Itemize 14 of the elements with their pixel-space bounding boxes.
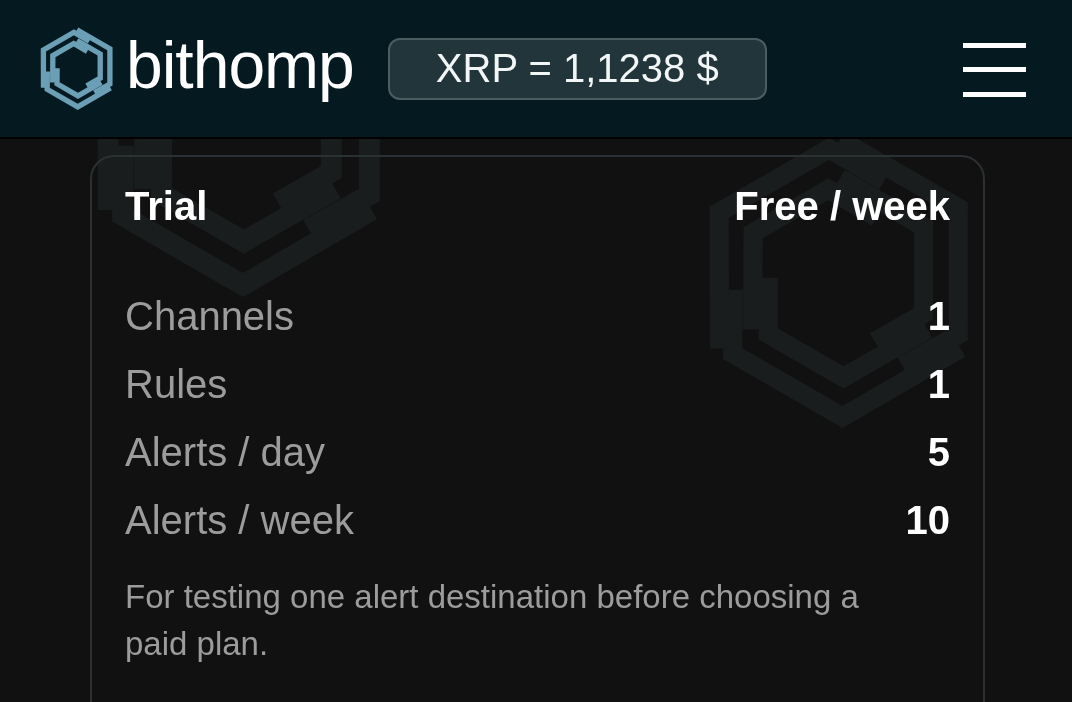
feature-value: 1 — [927, 293, 950, 340]
plan-name: Trial — [125, 183, 208, 230]
logo-wordmark[interactable]: bithomp — [126, 28, 354, 109]
menu-icon[interactable] — [963, 42, 1026, 97]
feature-label: Channels — [125, 293, 294, 340]
feature-value: 10 — [905, 497, 950, 544]
feature-value: 1 — [927, 361, 950, 408]
feature-label: Alerts / day — [125, 429, 326, 476]
price-badge: XRP = 1,1238 $ — [387, 37, 767, 100]
plan-description: For testing one alert destination before choosing a paid plan. — [125, 577, 860, 664]
feature-value: 5 — [927, 429, 950, 476]
feature-label: Rules — [125, 361, 228, 408]
plan-price: Free / week — [734, 183, 950, 230]
feature-label: Alerts / week — [125, 497, 354, 544]
